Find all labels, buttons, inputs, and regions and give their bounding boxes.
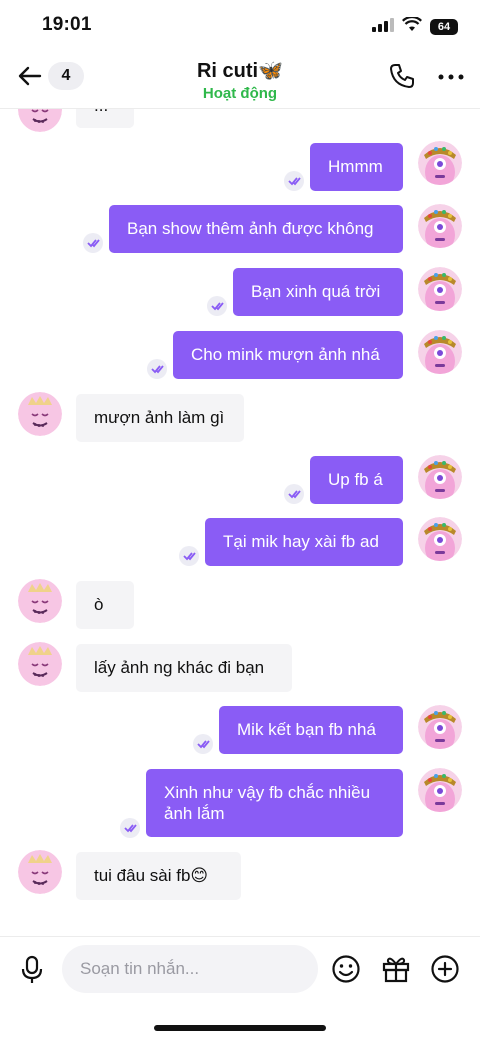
more-icon[interactable]: [436, 62, 466, 90]
message-text: Bạn show thêm ảnh được không: [127, 219, 374, 238]
message-outgoing[interactable]: Bạn xinh quá trời: [233, 268, 403, 316]
my-avatar[interactable]: [418, 204, 462, 248]
my-avatar[interactable]: [418, 768, 462, 812]
gift-icon[interactable]: [381, 954, 411, 984]
message-incoming[interactable]: mượn ảnh làm gì: [76, 394, 244, 442]
message-outgoing[interactable]: Bạn show thêm ảnh được không: [109, 205, 403, 253]
read-receipt-icon: [120, 818, 140, 838]
message-incoming[interactable]: tui đâu sài fb😊: [76, 852, 241, 900]
emoji-icon[interactable]: [331, 954, 361, 984]
read-receipt-icon: [83, 233, 103, 253]
wifi-icon: [402, 15, 422, 37]
status-time: 19:01: [42, 14, 92, 35]
battery-indicator: 64: [430, 19, 458, 35]
message-text: Hmmm: [328, 157, 383, 176]
read-receipt-icon: [284, 171, 304, 191]
read-receipt-icon: [179, 546, 199, 566]
status-icons: 64: [372, 15, 458, 37]
message-list[interactable]: ... Hmmm Bạn show thêm ảnh được không Bạ…: [0, 108, 480, 936]
message-outgoing[interactable]: Mik kết bạn fb nhá: [219, 706, 403, 754]
read-receipt-icon: [147, 359, 167, 379]
message-incoming[interactable]: ...: [76, 108, 134, 128]
message-composer: [0, 936, 480, 1040]
message-text: ...: [94, 108, 108, 115]
message-outgoing[interactable]: Hmmm: [310, 143, 403, 191]
microphone-icon[interactable]: [18, 955, 46, 985]
message-text: ò: [94, 595, 104, 614]
my-avatar[interactable]: [418, 517, 462, 561]
chat-header: 4 Ri cuti🦋 Hoạt động: [0, 50, 480, 109]
signal-icon: [372, 17, 394, 37]
message-text: lấy ảnh ng khác đi bạn: [94, 658, 265, 677]
read-receipt-icon: [193, 734, 213, 754]
message-text: tui đâu sài fb😊: [94, 866, 209, 885]
message-text: Mik kết bạn fb nhá: [237, 720, 376, 739]
message-incoming[interactable]: lấy ảnh ng khác đi bạn: [76, 644, 292, 692]
message-outgoing[interactable]: Up fb á: [310, 456, 403, 504]
my-avatar[interactable]: [418, 141, 462, 185]
read-receipt-icon: [207, 296, 227, 316]
contact-avatar[interactable]: [18, 579, 62, 623]
message-text: mượn ảnh làm gì: [94, 408, 225, 427]
plus-icon[interactable]: [430, 954, 460, 984]
message-outgoing[interactable]: Xinh như vậy fb chắc nhiều ảnh lắm: [146, 769, 403, 837]
message-text: Bạn xinh quá trời: [251, 282, 381, 301]
home-indicator[interactable]: [154, 1025, 326, 1031]
message-incoming[interactable]: ò: [76, 581, 134, 629]
message-outgoing[interactable]: Tại mik hay xài fb ad: [205, 518, 403, 566]
my-avatar[interactable]: [418, 455, 462, 499]
my-avatar[interactable]: [418, 330, 462, 374]
contact-avatar[interactable]: [18, 850, 62, 894]
read-receipt-icon: [284, 484, 304, 504]
phone-icon[interactable]: [388, 62, 416, 90]
message-text: Tại mik hay xài fb ad: [223, 532, 379, 551]
contact-avatar[interactable]: [18, 392, 62, 436]
message-text: Xinh như vậy fb chắc nhiều ảnh lắm: [164, 783, 371, 823]
status-bar: 19:01 64: [0, 0, 480, 50]
contact-avatar[interactable]: [18, 108, 62, 132]
message-text: Cho mink mượn ảnh nhá: [191, 345, 380, 364]
message-outgoing[interactable]: Cho mink mượn ảnh nhá: [173, 331, 403, 379]
my-avatar[interactable]: [418, 705, 462, 749]
message-input[interactable]: [62, 945, 318, 993]
message-text: Up fb á: [328, 470, 383, 489]
my-avatar[interactable]: [418, 267, 462, 311]
contact-avatar[interactable]: [18, 642, 62, 686]
